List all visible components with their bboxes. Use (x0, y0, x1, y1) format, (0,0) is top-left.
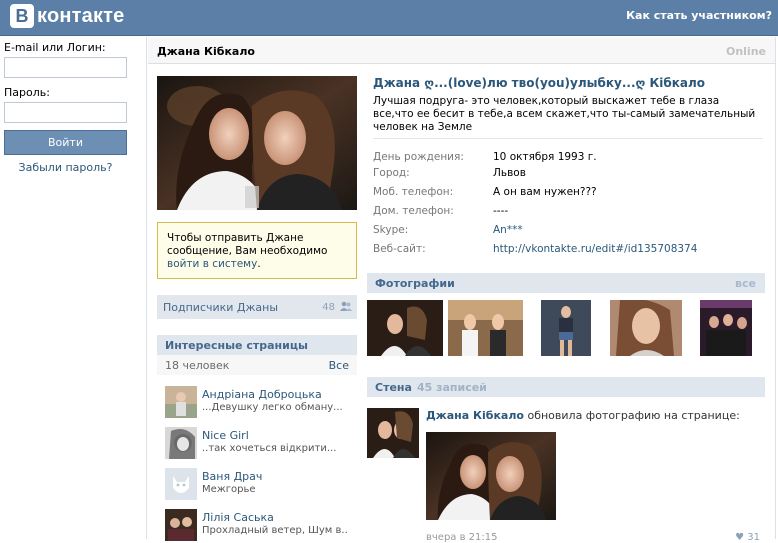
wall-post-count: 45 записей (416, 380, 487, 394)
profile-full-name: Джана ღ...(love)лю тво(you)улыбку...ღ Кі… (373, 76, 706, 90)
skype-link[interactable]: An*** (493, 224, 523, 236)
password-field[interactable] (4, 102, 127, 123)
message-notice: Чтобы отправить Джане сообщение, Вам нео… (157, 222, 357, 279)
person-name[interactable]: Андріана Доброцька (202, 388, 322, 401)
top-bar: В контакте Как стать участником? (0, 0, 778, 36)
profile-status-text: Лучшая подруга- это человек,который выск… (373, 95, 756, 133)
heart-icon: ♥ (735, 532, 748, 543)
forgot-password-link[interactable]: Забыли пароль? (4, 161, 127, 174)
wall-title: Стена (375, 380, 412, 394)
info-key: Веб-сайт: (373, 243, 426, 255)
login-sidebar: E-mail или Логин: Пароль: Войти Забыли п… (0, 37, 147, 539)
avatar[interactable] (367, 408, 419, 458)
info-value: 10 октября 1993 г. (493, 151, 597, 163)
avatar[interactable] (165, 509, 197, 541)
people-icon (340, 301, 352, 315)
vk-logo[interactable]: В контакте (10, 3, 125, 29)
info-key: Дом. телефон: (373, 205, 454, 217)
login-system-link[interactable]: войти в систему (167, 258, 257, 270)
email-field[interactable] (4, 57, 127, 78)
list-item[interactable]: Ваня Драч Межгорье (165, 468, 355, 502)
person-name[interactable]: Ваня Драч (202, 470, 262, 483)
subscribers-block[interactable]: Подписчики Джаны 48 (157, 295, 357, 319)
password-label: Пароль: (4, 86, 50, 99)
profile-header: Джана Кібкало Online (148, 37, 776, 64)
login-button[interactable]: Войти (4, 130, 127, 155)
interesting-pages-count-row: 18 человек Все (157, 355, 357, 375)
person-status: Межгорье (202, 484, 256, 495)
photos-all-link[interactable]: все (735, 277, 756, 290)
list-item[interactable]: Андріана Доброцька ...Девушку легко обма… (165, 386, 355, 420)
wall-post-date: вчера в 21:15 (426, 532, 498, 543)
profile-photo[interactable] (157, 76, 357, 210)
profile-title: Джана Кібкало (157, 45, 255, 58)
photo-thumbnail[interactable] (448, 300, 523, 356)
photo-thumbnail[interactable] (541, 300, 591, 356)
wall-post-action: обновила фотографию на странице: (523, 409, 740, 422)
message-notice-text: Чтобы отправить Джане сообщение, Вам нео… (167, 232, 328, 257)
wall-post-photo[interactable] (426, 432, 556, 520)
avatar[interactable] (165, 386, 197, 418)
wall-post-text: Джана Кібкало обновила фотографию на стр… (426, 409, 740, 422)
person-status: ...Девушку легко обману... (202, 402, 343, 413)
avatar[interactable] (165, 427, 197, 459)
subscribers-label: Подписчики Джаны (163, 300, 279, 314)
person-name[interactable]: Nice Girl (202, 429, 249, 442)
person-name[interactable]: Лілія Саська (202, 511, 274, 524)
avatar[interactable] (165, 468, 197, 500)
photos-title: Фотографии (375, 276, 455, 290)
message-notice-tail: . (257, 258, 261, 270)
subscribers-count: 48 (322, 301, 335, 313)
interesting-pages-header: Интересные страницы (157, 335, 357, 355)
likes-count: 31 (747, 532, 760, 543)
photo-thumbnail[interactable] (610, 300, 682, 356)
wall-header: Стена 45 записей (367, 377, 765, 397)
email-label: E-mail или Логин: (4, 41, 106, 54)
interesting-pages-count: 18 человек (165, 358, 230, 372)
list-item[interactable]: Nice Girl ..так хочеться відкрити... (165, 427, 355, 461)
online-status: Online (725, 45, 766, 58)
wall-post-author[interactable]: Джана Кібкало (426, 409, 524, 422)
info-key: Город: (373, 167, 410, 179)
info-value: Львов (493, 167, 526, 179)
website-link[interactable]: http://vkontakte.ru/edit#/id135708374 (493, 243, 697, 255)
photo-thumbnail[interactable] (700, 300, 752, 356)
join-link[interactable]: Как стать участником? (626, 9, 772, 22)
interesting-pages-all-link[interactable]: Все (329, 359, 349, 372)
logo-text: контакте (37, 4, 125, 27)
divider (373, 138, 763, 139)
info-key: Skype: (373, 224, 409, 236)
photo-thumbnail[interactable] (367, 300, 443, 356)
photos-header[interactable]: Фотографии все (367, 273, 765, 293)
person-status: ..так хочеться відкрити... (202, 443, 337, 454)
person-status: Прохладный ветер, Шум в.. (202, 525, 348, 536)
list-item[interactable]: Лілія Саська Прохладный ветер, Шум в.. (165, 509, 355, 543)
logo-badge: В (10, 4, 34, 28)
wall-post-likes[interactable]: ♥ 31 (735, 532, 760, 543)
info-value: ---- (493, 205, 509, 217)
info-value: А он вам нужен??? (493, 186, 597, 198)
info-key: Моб. телефон: (373, 186, 454, 198)
info-key: День рождения: (373, 151, 464, 163)
